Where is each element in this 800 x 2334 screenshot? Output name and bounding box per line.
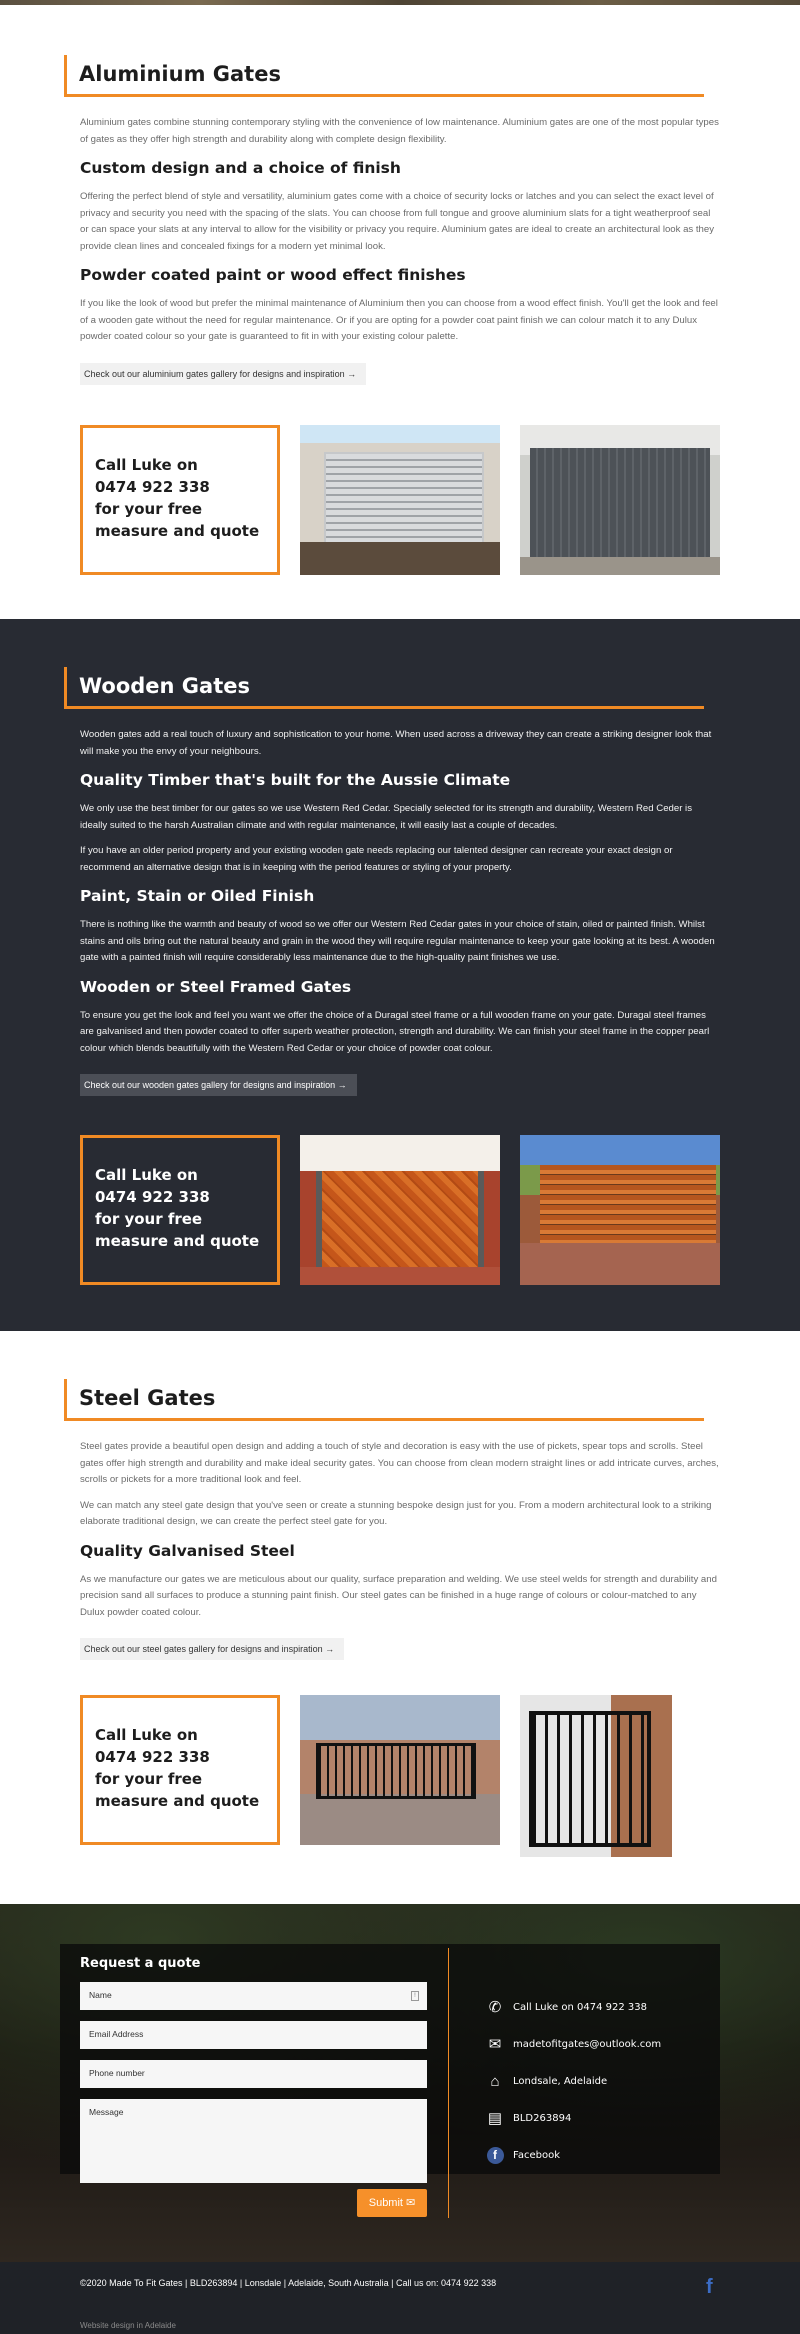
- wooden-gates-section: Wooden Gates Wooden gates add a real tou…: [0, 619, 800, 1331]
- name-field[interactable]: Name !: [80, 1982, 427, 2010]
- name-placeholder: Name: [89, 1990, 112, 2000]
- envelope-icon: ✉: [488, 2036, 502, 2053]
- body-text: To ensure you get the look and feel you …: [80, 1009, 710, 1054]
- contact-email-text: madetofitgates@outlook.com: [513, 2038, 662, 2050]
- contact-location-text: Londsale, Adelaide: [513, 2075, 608, 2087]
- section-heading: Aluminium Gates: [64, 55, 704, 97]
- autofill-icon[interactable]: !: [411, 1991, 419, 2001]
- wooden-gate-photo: [520, 1135, 720, 1285]
- contact-licence-text: BLD263894: [513, 2112, 572, 2124]
- submit-button[interactable]: Submit ✉: [357, 2189, 427, 2217]
- cards-row: Call Luke on 0474 922 338 for your free …: [80, 425, 720, 575]
- steel-gate-photo: [520, 1695, 672, 1857]
- aluminium-gates-section: Aluminium Gates Aluminium gates combine …: [0, 5, 800, 619]
- call-card-line: measure and quote: [95, 1232, 260, 1250]
- contact-facebook-text: Facebook: [513, 2149, 560, 2161]
- section-heading: Steel Gates: [64, 1379, 704, 1421]
- phone-field[interactable]: Phone number: [80, 2060, 427, 2088]
- website-credit-link[interactable]: Website design in Adelaide: [80, 2321, 176, 2330]
- call-card-phone: 0474 922 338: [95, 1188, 210, 1206]
- wooden-gate-photo: [300, 1135, 500, 1285]
- intro-text: Wooden gates add a real touch of luxury …: [80, 729, 712, 757]
- section-heading: Wooden Gates: [64, 667, 704, 709]
- phone-placeholder: Phone number: [89, 2068, 145, 2078]
- message-placeholder: Message: [89, 2107, 124, 2117]
- wooden-gallery-link[interactable]: Check out our wooden gates gallery for d…: [80, 1074, 357, 1096]
- subheading: Quality Galvanised Steel: [80, 1541, 295, 1560]
- aluminium-gate-photo: [520, 425, 720, 575]
- intro-text: Steel gates provide a beautiful open des…: [80, 1441, 719, 1485]
- body-text: If you have an older period property and…: [80, 845, 673, 873]
- subheading: Custom design and a choice of finish: [80, 159, 401, 177]
- body-text: We can match any steel gate design that …: [80, 1499, 712, 1528]
- call-card-phone: 0474 922 338: [95, 1748, 210, 1766]
- call-card-phone: 0474 922 338: [95, 478, 210, 496]
- contact-email[interactable]: ✉ madetofitgates@outlook.com: [485, 2033, 725, 2055]
- call-card-line: Call Luke on: [95, 1726, 198, 1744]
- call-card-line: Call Luke on: [95, 1166, 198, 1184]
- call-card-line: for your free: [95, 1210, 203, 1228]
- call-card-line: Call Luke on: [95, 456, 198, 474]
- steel-gate-photo: [300, 1695, 500, 1845]
- email-placeholder: Email Address: [89, 2029, 144, 2039]
- subheading: Paint, Stain or Oiled Finish: [80, 887, 315, 905]
- cards-row: Call Luke on 0474 922 338 for your free …: [80, 1135, 720, 1285]
- subheading: Quality Timber that's built for the Auss…: [80, 771, 511, 789]
- call-card-line: for your free: [95, 500, 203, 518]
- contact-facebook[interactable]: f Facebook: [485, 2144, 725, 2166]
- subheading: Powder coated paint or wood effect finis…: [80, 266, 466, 284]
- subheading: Wooden or Steel Framed Gates: [80, 977, 352, 996]
- email-field[interactable]: Email Address: [80, 2021, 427, 2049]
- contact-phone[interactable]: ✆ Call Luke on 0474 922 338: [485, 1996, 725, 2018]
- body-text: There is nothing like the warmth and bea…: [80, 919, 715, 963]
- steel-gallery-link[interactable]: Check out our steel gates gallery for de…: [80, 1638, 345, 1660]
- id-badge-icon: ▤: [487, 2110, 503, 2127]
- section-title: Wooden Gates: [79, 674, 250, 698]
- body-text: As we manufacture our gates we are metic…: [80, 1573, 717, 1618]
- contact-location: ⌂ Londsale, Adelaide: [485, 2070, 725, 2092]
- call-card-line: for your free: [95, 1770, 203, 1788]
- facebook-icon[interactable]: f: [706, 2276, 713, 2299]
- aluminium-gate-photo: [300, 425, 500, 575]
- call-luke-card: Call Luke on 0474 922 338 for your free …: [80, 425, 280, 575]
- steel-gates-section: Steel Gates Steel gates provide a beauti…: [0, 1331, 800, 1904]
- home-icon: ⌂: [490, 2072, 500, 2090]
- contact-phone-text: Call Luke on 0474 922 338: [513, 2001, 647, 2013]
- message-textarea[interactable]: Message: [80, 2099, 427, 2183]
- phone-icon: ✆: [488, 1999, 502, 2016]
- call-card-line: measure and quote: [95, 1792, 260, 1810]
- divider: [448, 1948, 449, 2218]
- call-luke-card: Call Luke on 0474 922 338 for your free …: [80, 1695, 280, 1845]
- body-text: Offering the perfect blend of style and …: [80, 191, 715, 252]
- aluminium-gallery-link[interactable]: Check out our aluminium gates gallery fo…: [80, 362, 367, 385]
- request-quote-section: Request a quote Name ! Email Address Pho…: [0, 1904, 800, 2262]
- call-luke-card: Call Luke on 0474 922 338 for your free …: [80, 1135, 280, 1285]
- section-title: Aluminium Gates: [79, 62, 281, 86]
- quote-form-title: Request a quote: [80, 1956, 201, 1971]
- contact-licence: ▤ BLD263894: [485, 2107, 725, 2129]
- intro-text: Aluminium gates combine stunning contemp…: [80, 117, 719, 145]
- body-text: We only use the best timber for our gate…: [80, 803, 692, 831]
- site-footer: ©2020 Made To Fit Gates | BLD263894 | Lo…: [0, 2262, 800, 2334]
- facebook-icon: f: [485, 2145, 505, 2165]
- cards-row: Call Luke on 0474 922 338 for your free …: [80, 1695, 672, 1857]
- section-title: Steel Gates: [79, 1386, 216, 1410]
- copyright-text: ©2020 Made To Fit Gates | BLD263894 | Lo…: [80, 2278, 497, 2288]
- body-text: If you like the look of wood but prefer …: [80, 298, 718, 342]
- call-card-line: measure and quote: [95, 522, 260, 540]
